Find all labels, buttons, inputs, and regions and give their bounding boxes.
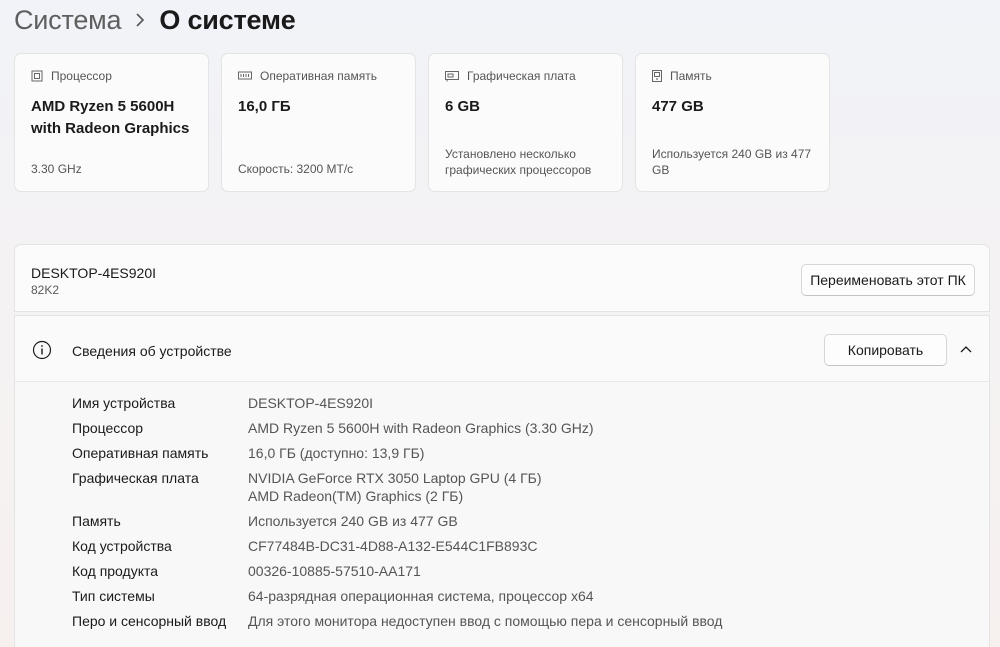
card-value: 6 GB (445, 98, 481, 115)
card-value: AMD Ryzen 5 5600H with Radeon Graphics (31, 98, 190, 137)
card-storage: Память 477 GB Используется 240 GB из 477… (635, 53, 830, 192)
spec-value[interactable]: 64-разрядная операционная система, проце… (248, 587, 594, 605)
spec-value-line: DESKTOP-4ES920I (248, 395, 374, 411)
copy-button[interactable]: Копировать (824, 334, 947, 366)
spec-row-system-type: Тип системы 64-разрядная операционная си… (72, 587, 722, 605)
spec-label: Процессор (72, 420, 144, 436)
spec-value[interactable]: Для этого монитора недоступен ввод с пом… (248, 612, 722, 630)
spec-value-line: AMD Ryzen 5 5600H with Radeon Graphics (… (248, 420, 594, 436)
spec-label: Память (72, 513, 121, 529)
spec-row-pen-touch: Перо и сенсорный ввод Для этого монитора… (72, 612, 722, 630)
spec-value-line: Для этого монитора недоступен ввод с пом… (248, 613, 723, 629)
card-label: Оперативная память (260, 69, 377, 83)
card-sub: Установлено несколько графических процес… (445, 147, 592, 177)
card-sub: 3.30 GHz (31, 162, 82, 176)
breadcrumb: Система О системе (14, 2, 296, 38)
spec-cards: Процессор AMD Ryzen 5 5600H with Radeon … (14, 53, 830, 192)
device-name: DESKTOP-4ES920I (31, 265, 157, 281)
spec-label: Оперативная память (72, 445, 209, 461)
spec-row-product-id: Код продукта 00326-10885-57510-AA171 (72, 562, 722, 580)
spec-value[interactable]: CF77484B-DC31-4D88-A132-E544C1FB893C (248, 537, 538, 555)
info-icon (32, 340, 52, 360)
spec-label: Код устройства (72, 538, 172, 554)
storage-icon (652, 70, 662, 82)
gpu-icon (445, 71, 459, 82)
spec-label: Тип системы (72, 588, 155, 604)
spec-label: Имя устройства (72, 395, 176, 411)
spec-value-line: NVIDIA GeForce RTX 3050 Laptop GPU (4 ГБ… (248, 470, 542, 486)
spec-row-storage: Память Используется 240 GB из 477 GB (72, 512, 722, 530)
card-label: Процессор (51, 69, 112, 83)
device-model: 82K2 (31, 283, 60, 297)
card-label: Память (670, 69, 712, 83)
spec-value[interactable]: AMD Ryzen 5 5600H with Radeon Graphics (… (248, 419, 593, 437)
spec-value[interactable]: DESKTOP-4ES920I (248, 394, 373, 412)
chevron-right-icon (135, 13, 145, 27)
memory-icon (238, 71, 252, 80)
spec-value-line: 16,0 ГБ (доступно: 13,9 ГБ) (248, 445, 425, 461)
card-value: 16,0 ГБ (238, 98, 291, 115)
spec-value-line: CF77484B-DC31-4D88-A132-E544C1FB893C (248, 538, 538, 554)
card-processor: Процессор AMD Ryzen 5 5600H with Radeon … (14, 53, 209, 192)
spec-value-line: AMD Radeon(TM) Graphics (2 ГБ) (248, 488, 464, 504)
device-name-panel: DESKTOP-4ES920I 82K2 Переименовать этот … (14, 244, 990, 312)
card-graphics: Графическая плата 6 GB Установлено неско… (428, 53, 623, 192)
spec-value[interactable]: 16,0 ГБ (доступно: 13,9 ГБ) (248, 444, 424, 462)
spec-value-line: 00326-10885-57510-AA171 (248, 563, 421, 579)
spec-label: Графическая плата (72, 470, 199, 486)
device-specs-header[interactable]: Сведения об устройстве Копировать (15, 316, 989, 382)
card-value: 477 GB (652, 98, 704, 115)
card-sub: Скорость: 3200 МТ/с (238, 162, 354, 176)
spec-row-device-name: Имя устройства DESKTOP-4ES920I (72, 394, 722, 412)
spec-label: Код продукта (72, 563, 159, 579)
card-label: Графическая плата (467, 69, 576, 83)
cpu-icon (31, 70, 43, 82)
spec-value-line: Используется 240 GB из 477 GB (248, 513, 458, 529)
breadcrumb-parent-link[interactable]: Система (14, 5, 122, 36)
spec-value-line: 64-разрядная операционная система, проце… (248, 588, 594, 604)
card-sub: Используется 240 GB из 477 GB (652, 147, 812, 177)
device-specs-panel: Сведения об устройстве Копировать Имя ус… (14, 315, 990, 647)
spec-value[interactable]: 00326-10885-57510-AA171 (248, 562, 421, 580)
card-memory: Оперативная память 16,0 ГБ Скорость: 320… (221, 53, 416, 192)
spec-label: Перо и сенсорный ввод (72, 613, 227, 629)
page-title: О системе (159, 4, 296, 35)
chevron-up-icon[interactable] (957, 340, 975, 358)
rename-pc-button[interactable]: Переименовать этот ПК (801, 264, 975, 296)
spec-value[interactable]: NVIDIA GeForce RTX 3050 Laptop GPU (4 ГБ… (248, 469, 542, 505)
device-specs-list: Имя устройства DESKTOP-4ES920I Процессор… (72, 394, 722, 637)
spec-value[interactable]: Используется 240 GB из 477 GB (248, 512, 458, 530)
spec-row-device-id: Код устройства CF77484B-DC31-4D88-A132-E… (72, 537, 722, 555)
spec-row-processor: Процессор AMD Ryzen 5 5600H with Radeon … (72, 419, 722, 437)
spec-row-graphics: Графическая плата NVIDIA GeForce RTX 305… (72, 469, 722, 505)
spec-row-ram: Оперативная память 16,0 ГБ (доступно: 13… (72, 444, 722, 462)
device-specs-title: Сведения об устройстве (72, 343, 232, 359)
